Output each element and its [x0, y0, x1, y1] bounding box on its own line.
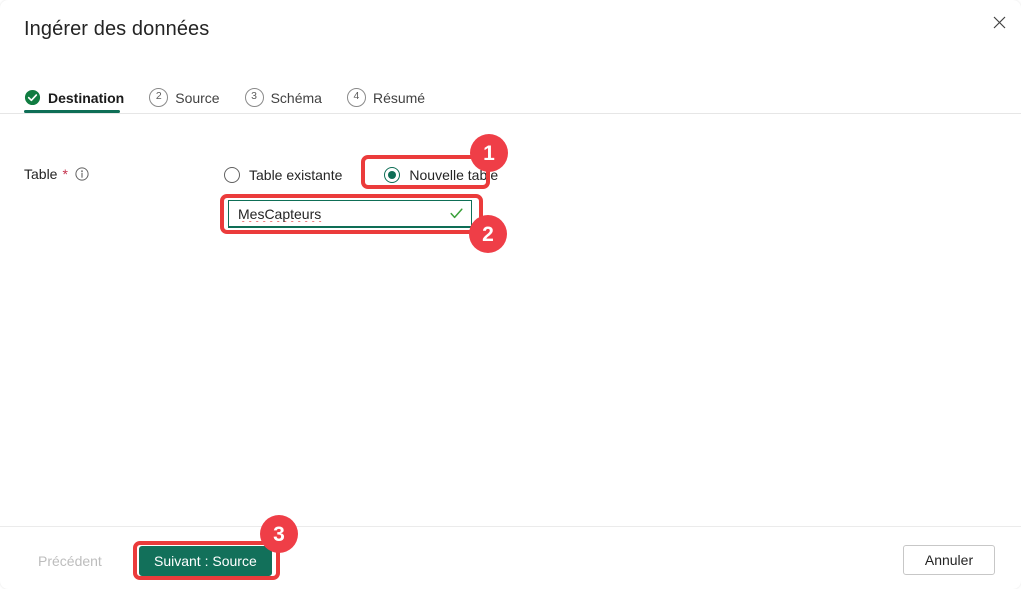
table-field-label: Table * — [24, 166, 89, 182]
footer-divider — [0, 526, 1021, 527]
radio-table-existante[interactable]: Table existante — [224, 162, 342, 188]
check-circle-icon — [24, 89, 41, 106]
tab-schema-number: 3 — [244, 88, 264, 107]
tab-schema[interactable]: 3 Schéma — [244, 82, 335, 113]
radio-nouvelle-table[interactable]: Nouvelle table — [384, 162, 498, 188]
table-name-input[interactable] — [238, 205, 444, 222]
next-button[interactable]: Suivant : Source — [139, 546, 272, 576]
checkmark-icon — [450, 208, 463, 219]
radio-nouvelle-table-label: Nouvelle table — [409, 167, 499, 183]
ingest-data-dialog: Ingérer des données Destination 2 Source… — [0, 0, 1021, 589]
cancel-button[interactable]: Annuler — [903, 545, 995, 575]
tab-schema-label: Schéma — [270, 89, 322, 106]
tab-destination[interactable]: Destination — [24, 82, 137, 113]
wizard-tabbar: Destination 2 Source 3 Schéma 4 Résumé — [0, 82, 1021, 114]
tab-summary-number: 4 — [346, 88, 366, 107]
tab-destination-label: Destination — [48, 89, 125, 106]
radio-unselected-icon — [224, 167, 240, 183]
radio-selected-icon — [384, 167, 401, 183]
annotation-badge-2: 2 — [469, 215, 507, 253]
tab-summary-label: Résumé — [372, 89, 426, 106]
required-asterisk: * — [62, 166, 68, 182]
table-name-field[interactable] — [228, 200, 472, 228]
tab-summary[interactable]: 4 Résumé — [346, 82, 438, 113]
radio-table-existante-label: Table existante — [249, 167, 343, 183]
tab-source-label: Source — [175, 89, 220, 106]
info-icon[interactable] — [75, 167, 89, 181]
tab-source-number: 2 — [149, 88, 169, 107]
close-icon — [993, 16, 1005, 28]
dialog-title: Ingérer des données — [24, 18, 210, 40]
active-tab-indicator — [24, 110, 120, 113]
wizard-tabs: Destination 2 Source 3 Schéma 4 Résumé — [24, 82, 450, 113]
table-label-text: Table — [24, 166, 58, 182]
table-type-radio-group: Table existante Nouvelle table — [224, 162, 498, 188]
tab-source[interactable]: 2 Source — [149, 82, 232, 113]
close-icon-button[interactable] — [983, 6, 1015, 38]
previous-button[interactable]: Précédent — [26, 546, 114, 576]
